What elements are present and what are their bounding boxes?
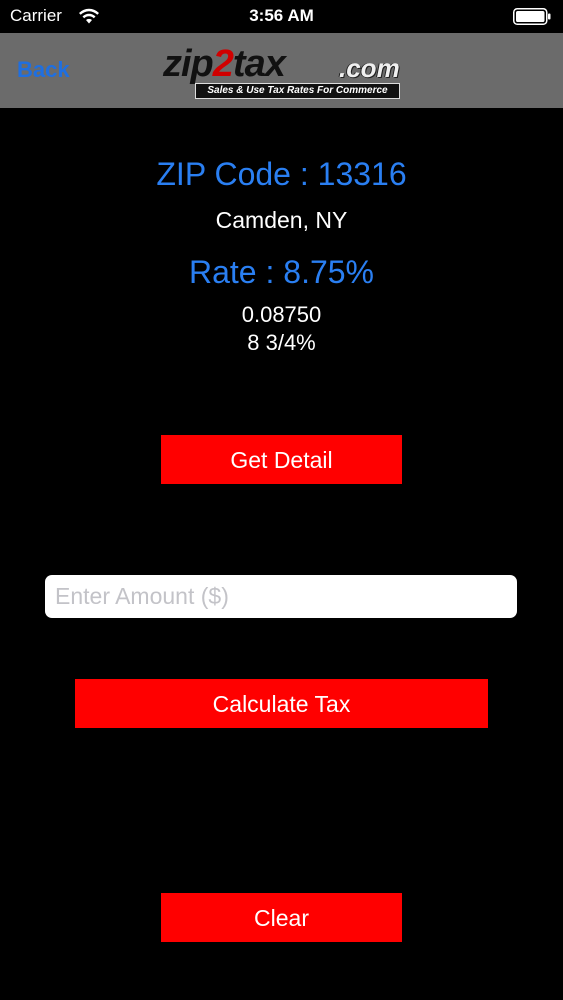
rate-title: Rate : 8.75% <box>189 254 374 290</box>
logo-tagline: Sales & Use Tax Rates For Commerce <box>195 83 400 99</box>
logo-wordmark: zip2tax <box>163 43 286 85</box>
back-button[interactable]: Back <box>17 57 70 83</box>
zip-code-title: ZIP Code : 13316 <box>156 156 407 192</box>
rate-fraction: 8 3/4% <box>247 330 316 355</box>
status-bar: Carrier 3:56 AM <box>0 0 563 33</box>
zip2tax-logo: zip2tax .com Sales & Use Tax Rates For C… <box>163 45 403 101</box>
battery-icon <box>513 8 551 25</box>
logo-dotcom: .com <box>339 53 400 83</box>
status-time: 3:56 AM <box>249 6 314 25</box>
city-label: Camden, NY <box>215 207 348 233</box>
get-detail-button[interactable]: Get Detail <box>161 435 402 484</box>
rate-decimal: 0.08750 <box>241 302 322 327</box>
calculate-tax-button[interactable]: Calculate Tax <box>75 679 488 728</box>
amount-input[interactable] <box>45 575 517 618</box>
navigation-bar: Back zip2tax .com Sales & Use Tax Rates … <box>0 33 563 108</box>
clear-button[interactable]: Clear <box>161 893 402 942</box>
